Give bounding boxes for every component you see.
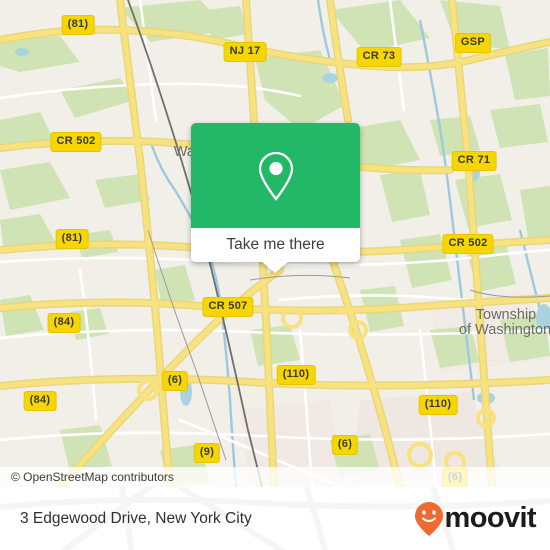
road-shield: (110)	[276, 365, 316, 385]
road-shield: NJ 17	[223, 42, 267, 62]
road-shield: CR 502	[442, 234, 494, 254]
moovit-wordmark: moovit	[444, 502, 537, 534]
road-shield: CR 502	[50, 132, 102, 152]
address-label: 3 Edgewood Drive, New York City	[20, 509, 252, 527]
map-pin-icon	[258, 151, 293, 201]
road-shield: (6)	[331, 435, 359, 455]
footer-bar: 3 Edgewood Drive, New York City moovit	[0, 487, 550, 550]
card-pin-area	[191, 123, 360, 228]
road-shield: GSP	[454, 33, 492, 53]
road-shield: (110)	[418, 395, 458, 415]
map-attribution-bar: © OpenStreetMap contributors	[0, 467, 550, 487]
road-shield: (6)	[161, 371, 189, 391]
road-shield: (81)	[61, 15, 95, 35]
take-me-there-label: Take me there	[226, 236, 325, 253]
moovit-location-screenshot: Wal Township of Washington (81) NJ 17 CR…	[0, 0, 550, 550]
road-shield: CR 73	[356, 47, 402, 67]
road-shield: (84)	[47, 313, 81, 333]
moovit-pin-smiley-icon	[414, 501, 443, 536]
osm-attribution-text: © OpenStreetMap contributors	[11, 470, 174, 484]
road-shield: CR 71	[451, 151, 497, 171]
moovit-logo: moovit	[414, 501, 537, 537]
callout-pointer	[261, 261, 289, 273]
location-callout-card[interactable]: Take me there	[191, 123, 360, 262]
take-me-there-button[interactable]: Take me there	[191, 228, 360, 262]
road-shield: (84)	[23, 391, 57, 411]
road-shield: (81)	[55, 229, 89, 249]
place-label: of Washington	[458, 322, 550, 338]
place-label: Township	[475, 307, 537, 323]
road-shield: CR 507	[202, 297, 254, 317]
road-shield: (9)	[193, 443, 221, 463]
